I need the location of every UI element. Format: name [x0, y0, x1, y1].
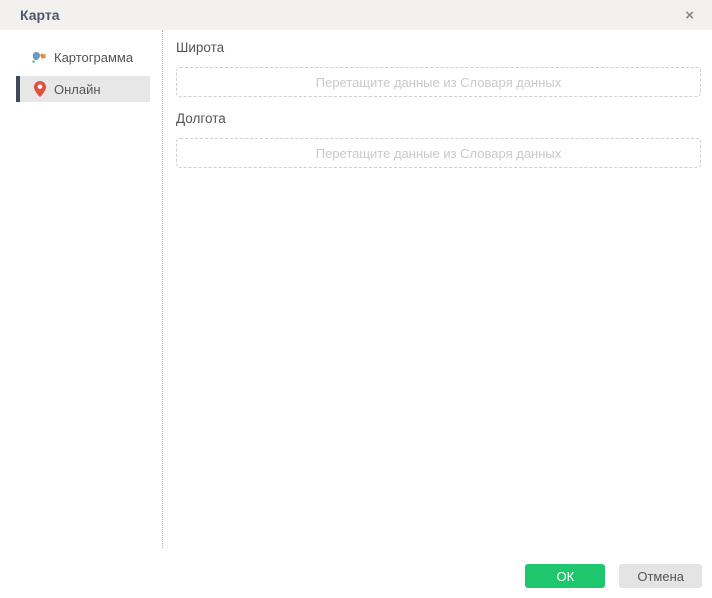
longitude-dropzone-placeholder: Перетащите данные из Словаря данных	[315, 145, 562, 161]
latitude-dropzone-placeholder: Перетащите данные из Словаря данных	[315, 74, 562, 90]
dialog-body: Картограмма Онлайн Широта Перетащите дан…	[0, 30, 712, 548]
location-pin-icon	[32, 81, 47, 97]
sidebar: Картограмма Онлайн	[0, 30, 163, 548]
dialog-title: Карта	[20, 7, 60, 23]
dialog-footer: ОК Отмена	[0, 548, 712, 598]
cancel-button[interactable]: Отмена	[619, 564, 702, 588]
ok-button[interactable]: ОК	[525, 564, 606, 588]
sidebar-item-cartogram[interactable]: Картограмма	[16, 44, 150, 70]
sidebar-item-label: Картограмма	[54, 49, 134, 65]
latitude-label: Широта	[176, 40, 225, 55]
latitude-dropzone[interactable]: Перетащите данные из Словаря данных	[176, 67, 701, 97]
map-dialog: Карта × Картограмма Онлайн Широта Перета…	[0, 0, 712, 598]
sidebar-item-label: Онлайн	[54, 81, 101, 97]
longitude-dropzone[interactable]: Перетащите данные из Словаря данных	[176, 138, 701, 168]
sidebar-item-online[interactable]: Онлайн	[16, 76, 150, 102]
cartogram-map-icon	[32, 49, 47, 65]
main-panel: Широта Перетащите данные из Словаря данн…	[163, 30, 712, 548]
dialog-header: Карта ×	[0, 0, 712, 30]
longitude-label: Долгота	[176, 111, 226, 126]
close-icon[interactable]: ×	[681, 6, 698, 25]
